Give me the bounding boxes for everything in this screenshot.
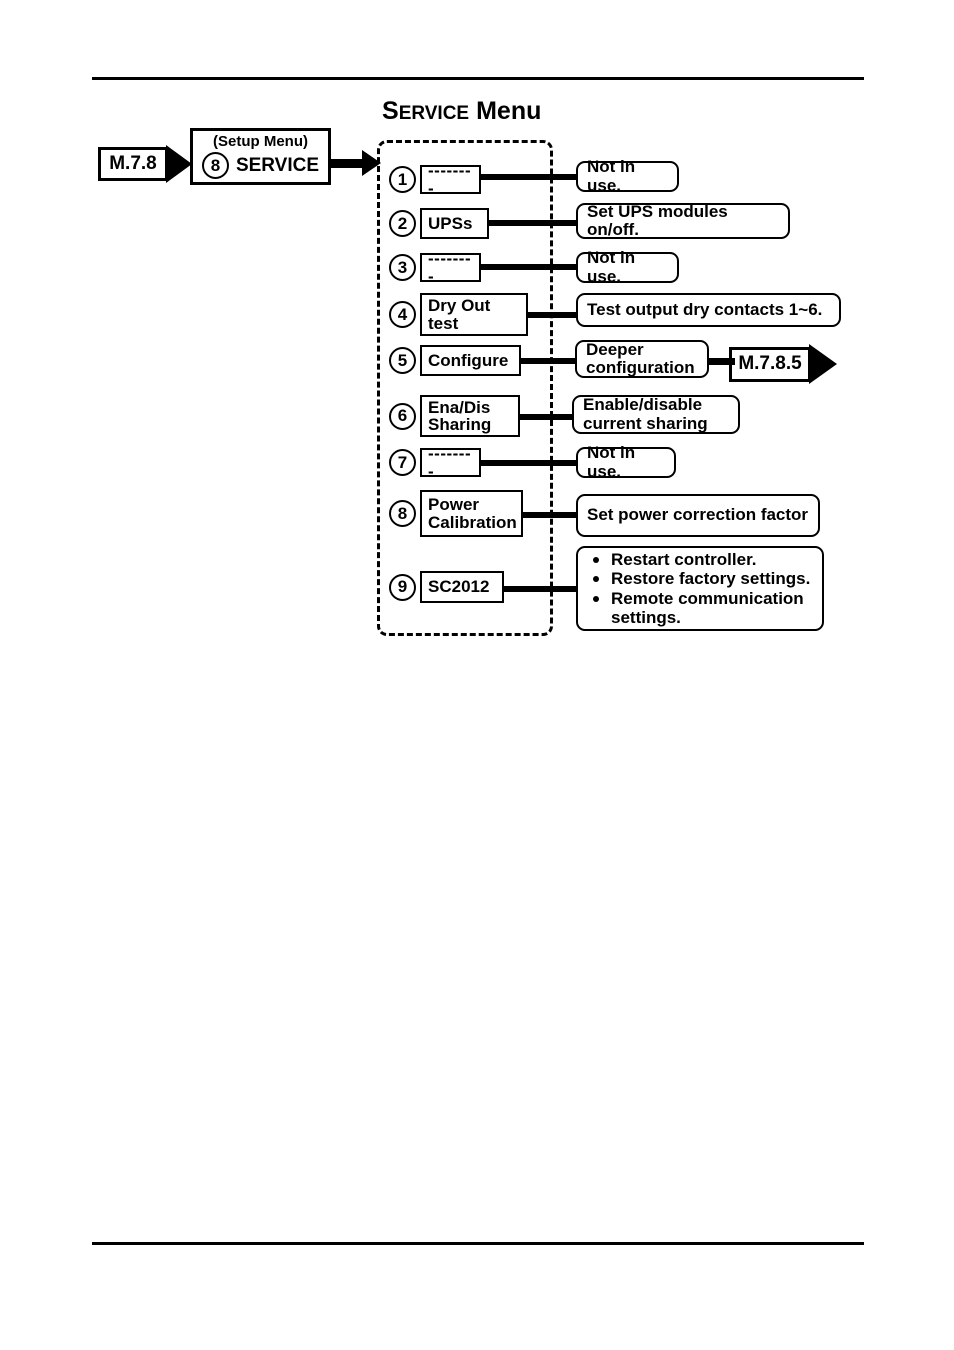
circled-number-5: 5 — [389, 347, 416, 374]
menu-row-1[interactable]: 1 -------- — [389, 162, 481, 197]
connector-line-9 — [496, 586, 580, 592]
menu-item-label-6: Ena/Dis Sharing — [420, 395, 520, 437]
arrow-shaft — [331, 158, 363, 168]
link-tag-m785[interactable]: M.7.8.5 — [729, 344, 837, 384]
connector-line-2 — [484, 220, 580, 226]
document-page: SERVICE Menu M.7.8 (Setup Menu) 8 SERVICE… — [0, 0, 954, 1350]
description-bubble-5: Deeper configuration — [575, 340, 709, 378]
list-item: Remote communication settings. — [593, 589, 814, 627]
link-tag-label: M.7.8.5 — [729, 346, 811, 382]
connector-line-6 — [512, 414, 576, 420]
list-item: Restart controller. — [593, 550, 814, 569]
description-bubble-9: Restart controller. Restore factory sett… — [576, 546, 824, 631]
menu-row-9[interactable]: 9 SC2012 — [389, 571, 504, 603]
description-bubble-1: Not in use. — [576, 157, 679, 194]
title-smallcaps: ERVICE — [398, 103, 470, 124]
menu-item-label-7: -------- — [420, 445, 481, 480]
connector-line-5 — [513, 358, 579, 364]
menu-item-label-1: -------- — [420, 162, 481, 197]
list-item: Restore factory settings. — [593, 569, 814, 588]
setup-menu-caption: (Setup Menu) — [213, 133, 308, 150]
arrow-head-icon — [809, 344, 837, 384]
description-bubble-8: Set power correction factor — [576, 494, 820, 537]
menu-item-label-5: Configure — [420, 345, 521, 376]
circled-number-8: 8 — [389, 500, 416, 527]
circled-number-6: 6 — [389, 402, 416, 430]
menu-item-label-9: SC2012 — [420, 571, 504, 603]
arrow-head-icon — [166, 145, 192, 183]
header-rule — [92, 77, 864, 80]
connector-line-4 — [520, 312, 580, 318]
connector-line-8 — [516, 512, 580, 518]
circled-number-8: 8 — [201, 152, 229, 179]
setup-menu-box[interactable]: (Setup Menu) 8 SERVICE — [190, 128, 331, 185]
menu-item-label-2: UPSs — [420, 208, 489, 239]
description-bubble-4: Test output dry contacts 1~6. — [576, 293, 841, 327]
page-title: SERVICE Menu — [382, 99, 541, 124]
footer-rule — [92, 1242, 864, 1245]
menu-row-2[interactable]: 2 UPSs — [389, 208, 489, 239]
circled-number-2: 2 — [389, 210, 416, 237]
menu-row-6[interactable]: 6 Ena/Dis Sharing — [389, 395, 520, 437]
connector-line-7 — [476, 460, 580, 466]
circled-number-7: 7 — [389, 449, 416, 476]
entry-tag-label: M.7.8 — [98, 147, 168, 181]
menu-row-4[interactable]: 4 Dry Out test — [389, 293, 528, 336]
setup-menu-row: 8 SERVICE — [201, 152, 320, 179]
setup-menu-label: SERVICE — [235, 155, 320, 176]
circled-number-1: 1 — [389, 166, 416, 193]
menu-item-label-3: -------- — [420, 250, 481, 285]
menu-row-7[interactable]: 7 -------- — [389, 445, 481, 480]
menu-row-5[interactable]: 5 Configure — [389, 345, 521, 376]
description-bubble-6: Enable/disable current sharing — [572, 395, 740, 434]
description-bubble-3: Not in use. — [576, 248, 679, 285]
circled-number-3: 3 — [389, 254, 416, 281]
description-bullet-list: Restart controller. Restore factory sett… — [587, 550, 814, 627]
title-word: Menu — [476, 97, 542, 125]
title-lead: S — [382, 97, 399, 125]
menu-item-label-8: Power Calibration — [420, 490, 523, 537]
circled-number-4: 4 — [389, 301, 416, 328]
description-bubble-2: Set UPS modules on/off. — [576, 202, 790, 239]
menu-item-label-4: Dry Out test — [420, 293, 528, 336]
entry-tag-m78[interactable]: M.7.8 — [98, 145, 192, 183]
circled-number-9: 9 — [389, 573, 416, 601]
menu-row-8[interactable]: 8 Power Calibration — [389, 490, 523, 537]
flow-arrow-to-service-menu — [331, 150, 381, 176]
menu-row-3[interactable]: 3 -------- — [389, 250, 481, 285]
connector-line-1 — [476, 174, 580, 180]
description-bubble-7: Not in use. — [576, 443, 676, 480]
connector-line-3 — [476, 264, 580, 270]
